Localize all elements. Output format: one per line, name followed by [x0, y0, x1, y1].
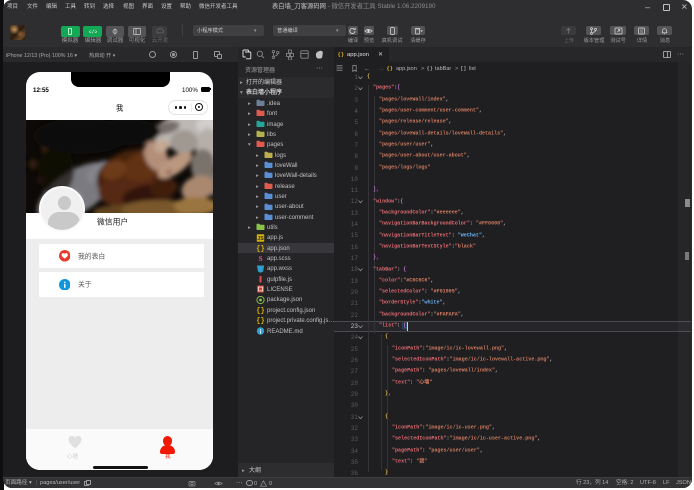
- svg-text:S: S: [258, 254, 262, 262]
- svg-text:{}: {}: [256, 245, 264, 252]
- svg-text:{}: {}: [256, 307, 264, 314]
- svg-text:JS: JS: [257, 236, 264, 242]
- svg-text:</>: </>: [89, 29, 97, 35]
- svg-text:{}: {}: [256, 318, 264, 325]
